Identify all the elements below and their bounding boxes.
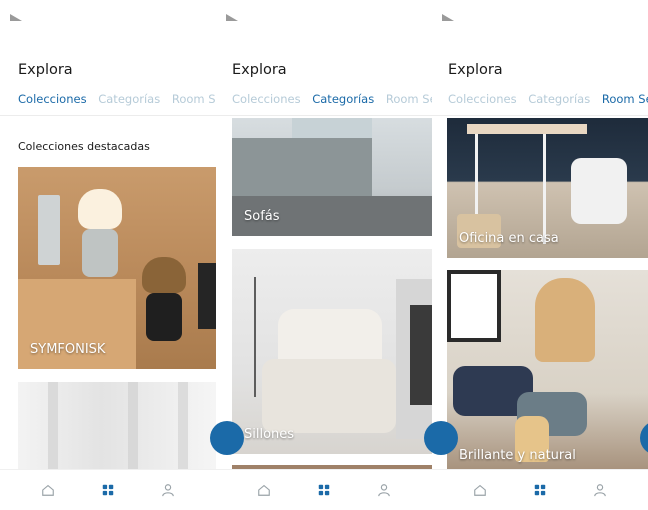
card-image-window	[447, 270, 501, 342]
tab-categorias[interactable]: Categorías	[312, 92, 374, 106]
card-image-speaker	[38, 195, 60, 265]
card-image-curtain	[178, 382, 188, 482]
tab-divider	[0, 115, 216, 116]
card-image-chair	[571, 158, 627, 224]
section-label: Colecciones destacadas	[18, 140, 150, 153]
card-image-curtain	[48, 382, 58, 482]
page-title: Explora	[448, 62, 503, 78]
bottom-nav	[0, 470, 216, 510]
bottom-nav	[216, 470, 432, 510]
status-bar-icon	[10, 14, 22, 21]
collection-card-symfonisk[interactable]: SYMFONISK	[18, 167, 226, 369]
status-bar-icon	[442, 14, 454, 21]
grid-icon[interactable]	[528, 478, 552, 502]
card-image-lamp-dark-base	[146, 293, 182, 341]
card-image-desk	[467, 124, 587, 134]
profile-icon[interactable]	[372, 478, 396, 502]
floating-action-button[interactable]	[424, 421, 458, 455]
card-image-armchair-seat	[262, 359, 396, 433]
tab-colecciones[interactable]: Colecciones	[232, 92, 301, 106]
home-icon[interactable]	[36, 478, 60, 502]
tab-room-sets[interactable]: Room Sets	[172, 92, 216, 106]
tab-room-sets[interactable]: Room Sets	[386, 92, 432, 106]
room-set-card-brillante[interactable]: Brillante y natural	[447, 270, 648, 475]
tab-categorias[interactable]: Categorías	[528, 92, 590, 106]
category-card-sofas[interactable]: Sofás	[232, 118, 442, 236]
tab-divider	[432, 115, 648, 116]
page-title: Explora	[18, 62, 73, 78]
tab-bar: Colecciones Categorías Room Set	[448, 92, 648, 106]
home-icon[interactable]	[468, 478, 492, 502]
room-set-card-oficina[interactable]: Oficina en casa	[447, 118, 648, 258]
profile-icon[interactable]	[588, 478, 612, 502]
card-image-desk-leg	[543, 134, 546, 244]
card-image-lamp-base	[82, 229, 118, 277]
bottom-nav	[432, 470, 648, 510]
card-image-pendant-lamp	[535, 278, 595, 362]
card-image-lamp	[78, 189, 122, 229]
floating-action-button[interactable]	[210, 421, 244, 455]
tab-categorias[interactable]: Categorías	[98, 92, 160, 106]
card-label: Sillones	[244, 427, 295, 442]
card-image-curtain	[128, 382, 138, 482]
profile-icon[interactable]	[156, 478, 180, 502]
tab-divider	[216, 115, 432, 116]
grid-icon[interactable]	[312, 478, 336, 502]
card-label: Sofás	[244, 209, 280, 224]
card-image-lamp-dark	[142, 257, 186, 293]
tab-bar: Colecciones Categorías Room Sets	[18, 92, 216, 106]
card-image-sofa	[232, 138, 372, 198]
category-card-sillones[interactable]: Sillones	[232, 249, 442, 454]
tab-colecciones[interactable]: Colecciones	[448, 92, 517, 106]
status-bar-icon	[226, 14, 238, 21]
grid-icon[interactable]	[96, 478, 120, 502]
card-label: SYMFONISK	[30, 342, 106, 357]
page-title: Explora	[232, 62, 287, 78]
tab-bar: Colecciones Categorías Room Sets	[232, 92, 432, 106]
card-image-floor-lamp	[254, 277, 256, 397]
card-label: Brillante y natural	[459, 448, 576, 463]
collection-card-next[interactable]	[18, 382, 226, 482]
tab-room-sets[interactable]: Room Set	[602, 92, 648, 106]
card-label: Oficina en casa	[459, 231, 559, 246]
home-icon[interactable]	[252, 478, 276, 502]
tab-colecciones[interactable]: Colecciones	[18, 92, 87, 106]
